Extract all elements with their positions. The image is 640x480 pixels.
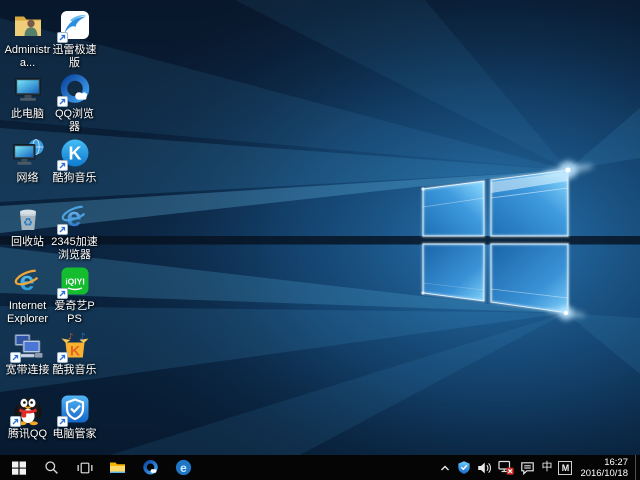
desktop-icon-pc-manager[interactable]: 电脑管家	[51, 390, 98, 454]
qq-browser-icon	[142, 459, 159, 476]
desktop-icon-label: QQ浏览器	[51, 108, 98, 134]
desktop-icon-label: Administra...	[4, 44, 51, 70]
desktop-icon-kuwo-music[interactable]: ♪ ♪ K 酷我音乐	[51, 326, 98, 390]
desktop-icon-network[interactable]: 网络	[4, 134, 51, 198]
shortcut-arrow-icon	[58, 97, 67, 106]
desktop-icon-internet-explorer[interactable]: e Internet Explorer	[4, 262, 51, 326]
search-icon	[44, 460, 59, 475]
desktop-icon-label: 此电脑	[11, 108, 44, 121]
shortcut-arrow-overlay	[57, 416, 68, 427]
action-center-icon	[520, 461, 535, 475]
shortcut-arrow-icon	[58, 33, 67, 42]
svg-text:e: e	[180, 461, 187, 475]
shortcut-arrow-overlay	[57, 32, 68, 43]
svg-text:iQIYI: iQIYI	[65, 277, 84, 287]
shortcut-arrow-overlay	[10, 352, 21, 363]
desktop-icon-label: 宽带连接	[6, 364, 50, 377]
desktop-icon-kugou-music[interactable]: K 酷狗音乐	[51, 134, 98, 198]
task-view-button[interactable]	[68, 455, 101, 480]
ime-language-indicator[interactable]: M	[558, 461, 572, 475]
svg-text:K: K	[69, 343, 79, 359]
svg-text:K: K	[68, 144, 81, 164]
file-explorer-icon	[109, 460, 126, 475]
shortcut-arrow-overlay	[10, 416, 21, 427]
internet-explorer-icon: e	[11, 264, 45, 298]
desktop-area[interactable]: Administra... 此电脑	[0, 0, 640, 455]
desktop-icon-2345-browser[interactable]: e 2345加速浏览器	[51, 198, 98, 262]
desktop-icon-label: 回收站	[11, 236, 44, 249]
qq-browser-taskbar-button[interactable]	[134, 455, 167, 480]
svg-text:♪: ♪	[68, 332, 73, 341]
desktop-icon-label: 电脑管家	[53, 428, 97, 441]
desktop-icon-label: 迅雷极速版	[51, 44, 98, 70]
desktop-icon-label: 爱奇艺PPS	[51, 300, 98, 326]
show-desktop-button[interactable]	[635, 455, 640, 480]
desktop-icon-label: 网络	[17, 172, 39, 185]
this-pc-icon	[11, 72, 45, 106]
search-button[interactable]	[35, 455, 68, 480]
desktop-icon-grid: Administra... 此电脑	[4, 6, 98, 454]
volume-button[interactable]	[474, 455, 495, 480]
desktop-icon-user-folder[interactable]: Administra...	[4, 6, 51, 70]
clock-time: 16:27	[580, 457, 628, 468]
2345-browser-icon: e	[175, 459, 192, 476]
hidden-icons-button[interactable]	[436, 455, 454, 480]
shortcut-arrow-overlay	[57, 160, 68, 171]
speaker-icon	[477, 461, 492, 475]
shortcut-arrow-overlay	[57, 352, 68, 363]
desktop-icon-label: 酷狗音乐	[53, 172, 97, 185]
windows-desktop: Administra... 此电脑	[0, 0, 640, 480]
shortcut-arrow-overlay	[57, 96, 68, 107]
system-tray: 中 M 16:27 2016/10/18	[436, 455, 640, 480]
desktop-icon-label: 2345加速浏览器	[51, 236, 98, 262]
desktop-icon-iqiyi-pps[interactable]: iQIYI 爱奇艺PPS	[51, 262, 98, 326]
file-explorer-button[interactable]	[101, 455, 134, 480]
shortcut-arrow-icon	[11, 353, 20, 362]
shortcut-arrow-icon	[58, 161, 67, 170]
task-view-icon	[77, 461, 93, 475]
desktop-icon-label: Internet Explorer	[4, 300, 51, 326]
pc-manager-tray-button[interactable]	[454, 455, 474, 480]
clock-date: 2016/10/18	[580, 468, 628, 479]
svg-text:♻: ♻	[23, 216, 33, 229]
recycle-bin-icon: ♻	[11, 200, 45, 234]
user-folder-icon	[11, 8, 45, 42]
taskbar-buttons: e	[0, 455, 200, 480]
desktop-icon-label: 腾讯QQ	[8, 428, 47, 441]
shortcut-arrow-icon	[58, 225, 67, 234]
shortcut-arrow-icon	[58, 417, 67, 426]
shield-icon	[457, 460, 471, 475]
taskbar-clock[interactable]: 16:27 2016/10/18	[575, 457, 635, 479]
desktop-icon-thunder[interactable]: 迅雷极速版	[51, 6, 98, 70]
chevron-up-icon	[439, 462, 451, 474]
network-status-button[interactable]	[495, 455, 517, 480]
desktop-icon-this-pc[interactable]: 此电脑	[4, 70, 51, 134]
start-button[interactable]	[2, 455, 35, 480]
windows-start-icon	[11, 460, 27, 476]
desktop-icon-broadband[interactable]: 宽带连接	[4, 326, 51, 390]
taskbar: e	[0, 455, 640, 480]
network-icon	[11, 136, 45, 170]
2345-browser-taskbar-button[interactable]: e	[167, 455, 200, 480]
desktop-icon-recycle-bin[interactable]: ♻ 回收站	[4, 198, 51, 262]
shortcut-arrow-overlay	[57, 224, 68, 235]
desktop-icon-tencent-qq[interactable]: 腾讯QQ	[4, 390, 51, 454]
shortcut-arrow-icon	[58, 353, 67, 362]
desktop-icon-qq-browser[interactable]: QQ浏览器	[51, 70, 98, 134]
network-disconnected-icon	[498, 460, 514, 475]
shortcut-arrow-overlay	[57, 288, 68, 299]
desktop-icon-label: 酷我音乐	[53, 364, 97, 377]
shortcut-arrow-icon	[58, 289, 67, 298]
shortcut-arrow-icon	[11, 417, 20, 426]
action-center-button[interactable]	[517, 455, 538, 480]
ime-mode-indicator[interactable]: 中	[538, 455, 555, 480]
